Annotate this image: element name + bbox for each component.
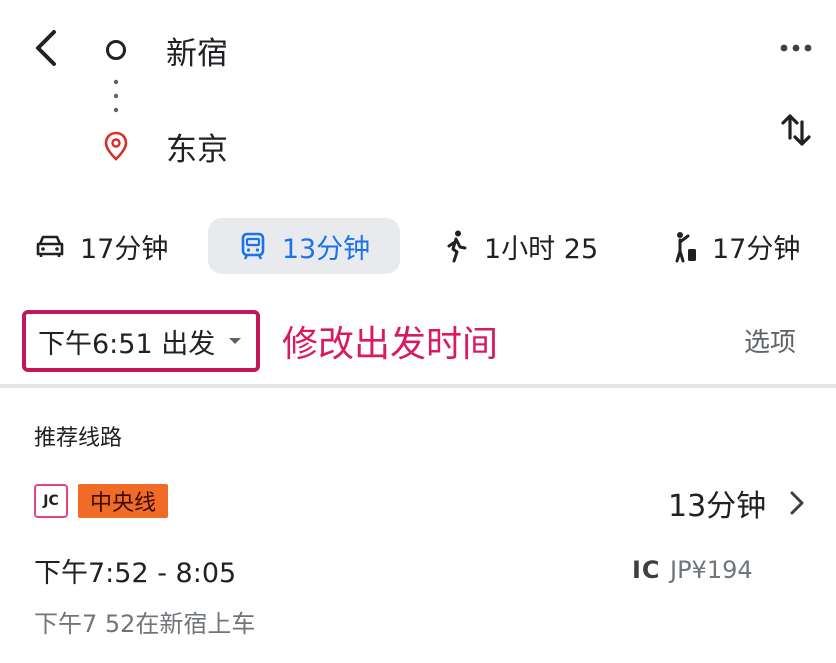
section-title: 推荐线路 bbox=[34, 426, 123, 451]
more-options-icon[interactable] bbox=[776, 38, 816, 58]
mode-driving-time: 17分钟 bbox=[80, 233, 169, 265]
annotation-label: 修改出发时间 bbox=[282, 324, 499, 365]
mode-walking-time: 1小时 25 bbox=[484, 233, 599, 265]
route-fare: JP¥194 bbox=[670, 556, 753, 584]
depart-time-label: 下午6:51 出发 bbox=[38, 328, 216, 360]
mode-ride-time: 17分钟 bbox=[712, 233, 801, 265]
operator-badge: JC bbox=[34, 484, 68, 518]
origin-field[interactable]: 新宿 bbox=[166, 28, 228, 72]
dropdown-caret-icon bbox=[229, 338, 242, 344]
ic-card-label: IC bbox=[632, 556, 661, 584]
chevron-right-icon[interactable] bbox=[786, 488, 808, 518]
route-dots-icon bbox=[112, 78, 120, 114]
swap-icon[interactable] bbox=[776, 108, 816, 152]
mode-walking[interactable]: 1小时 25 bbox=[444, 218, 598, 274]
origin-circle-icon bbox=[104, 38, 128, 62]
hail-ride-icon bbox=[675, 232, 696, 263]
mode-ride[interactable]: 17分钟 bbox=[670, 218, 800, 274]
mode-transit[interactable]: 13分钟 bbox=[208, 218, 400, 274]
destination-field[interactable]: 东京 bbox=[166, 124, 228, 168]
boarding-info: 下午7 52在新宿上车 bbox=[34, 609, 256, 638]
destination-pin-icon bbox=[102, 130, 130, 162]
options-button[interactable]: 选项 bbox=[744, 320, 796, 360]
train-icon bbox=[241, 232, 265, 260]
line-badge: 中央线 bbox=[78, 484, 169, 518]
route-duration[interactable]: 13分钟 bbox=[668, 482, 766, 524]
section-divider bbox=[0, 384, 836, 388]
back-icon[interactable] bbox=[28, 28, 64, 68]
mode-driving[interactable]: 17分钟 bbox=[34, 218, 168, 274]
mode-transit-time: 13分钟 bbox=[281, 233, 371, 265]
car-icon bbox=[36, 235, 64, 257]
depart-time-selector[interactable]: 下午6:51 出发 bbox=[22, 310, 260, 372]
walking-icon bbox=[447, 230, 467, 263]
route-time-range: 下午7:52 - 8:05 bbox=[34, 557, 237, 589]
